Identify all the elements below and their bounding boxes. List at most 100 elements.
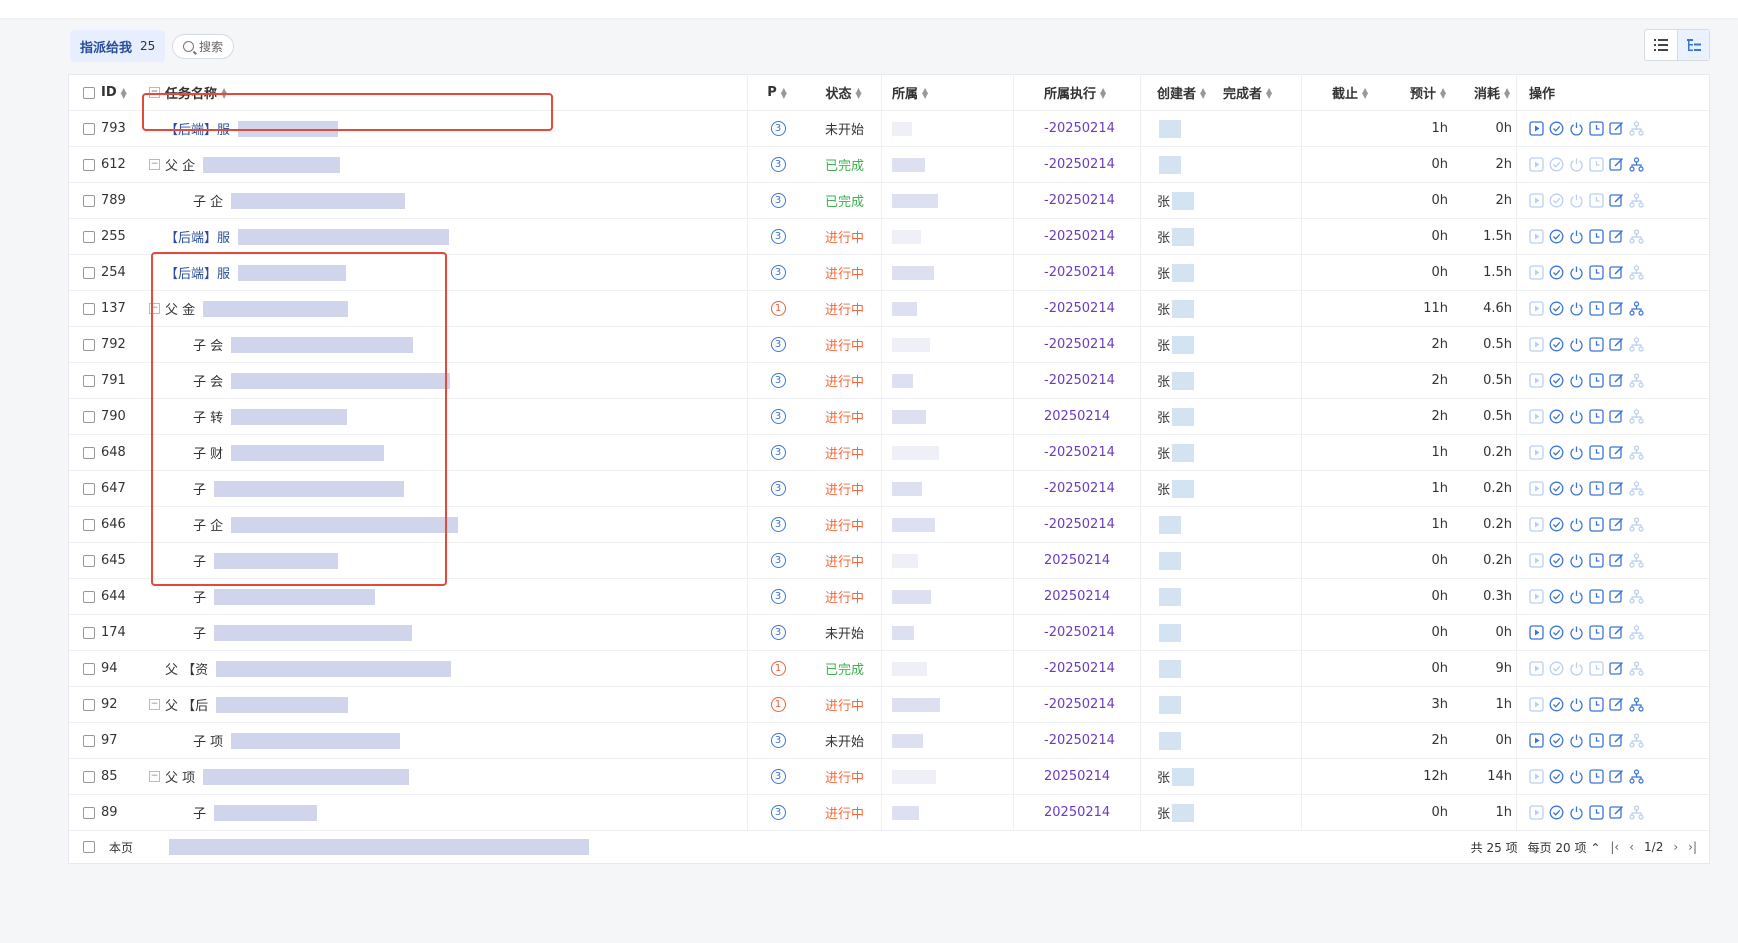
close-task-icon[interactable] [1569, 409, 1584, 424]
cell-execution[interactable]: -20250214 [1014, 651, 1141, 686]
start-icon[interactable] [1529, 661, 1544, 676]
close-task-icon[interactable] [1569, 769, 1584, 784]
close-task-icon[interactable] [1569, 517, 1584, 532]
cell-name[interactable]: 父 【资 [147, 651, 748, 686]
close-task-icon[interactable] [1569, 373, 1584, 388]
select-all-checkbox[interactable] [83, 86, 95, 99]
cell-name[interactable]: 子 企 [147, 507, 748, 542]
next-page-icon[interactable]: › [1673, 840, 1678, 854]
table-row[interactable]: 255 【后端】服 3 进行中 -20250214 张 0h 1.5h [69, 219, 1709, 255]
task-name[interactable]: 父 金 [165, 299, 195, 318]
start-icon[interactable] [1529, 193, 1544, 208]
cell-name[interactable]: 子 项 [147, 723, 748, 758]
record-hours-icon[interactable] [1589, 229, 1604, 244]
edit-icon[interactable] [1609, 733, 1624, 748]
task-name[interactable]: 父 企 [165, 155, 195, 174]
record-hours-icon[interactable] [1589, 481, 1604, 496]
execution-link[interactable]: 20250214 [1044, 553, 1110, 568]
close-task-icon[interactable] [1569, 625, 1584, 640]
edit-icon[interactable] [1609, 697, 1624, 712]
search-button[interactable]: 搜索 [172, 34, 235, 59]
record-hours-icon[interactable] [1589, 733, 1604, 748]
row-checkbox[interactable] [83, 770, 95, 783]
start-icon[interactable] [1529, 805, 1544, 820]
header-consumed[interactable]: 消耗 ▲ ▼ [1452, 75, 1517, 110]
finish-icon[interactable] [1549, 337, 1564, 352]
record-hours-icon[interactable] [1589, 121, 1604, 136]
cell-execution[interactable]: -20250214 [1014, 363, 1141, 398]
subtask-icon[interactable] [1629, 373, 1644, 388]
finish-icon[interactable] [1549, 625, 1564, 640]
cell-execution[interactable]: -20250214 [1014, 327, 1141, 362]
close-task-icon[interactable] [1569, 157, 1584, 172]
record-hours-icon[interactable] [1589, 625, 1604, 640]
cell-execution[interactable]: -20250214 [1014, 219, 1141, 254]
execution-link[interactable]: -20250214 [1044, 661, 1115, 676]
select-page-checkbox[interactable] [83, 841, 95, 853]
subtask-icon[interactable] [1629, 805, 1644, 820]
cell-name[interactable]: 子 [147, 471, 748, 506]
execution-link[interactable]: -20250214 [1044, 121, 1115, 136]
cell-name[interactable]: 子 转 [147, 399, 748, 434]
execution-link[interactable]: -20250214 [1044, 517, 1115, 532]
edit-icon[interactable] [1609, 769, 1624, 784]
collapse-all-icon[interactable]: − [149, 87, 160, 98]
cell-execution[interactable]: -20250214 [1014, 255, 1141, 290]
task-name[interactable]: 子 会 [193, 371, 223, 390]
table-row[interactable]: 791 子 会 3 进行中 -20250214 张 2h 0.5h [69, 363, 1709, 399]
cell-name[interactable]: − 父 项 [147, 759, 748, 794]
record-hours-icon[interactable] [1589, 661, 1604, 676]
edit-icon[interactable] [1609, 121, 1624, 136]
row-checkbox[interactable] [83, 410, 95, 423]
start-icon[interactable] [1529, 373, 1544, 388]
task-name[interactable]: 子 转 [193, 407, 223, 426]
row-checkbox[interactable] [83, 626, 95, 639]
execution-link[interactable]: 20250214 [1044, 589, 1110, 604]
task-name[interactable]: 父 项 [165, 767, 195, 786]
task-name[interactable]: 子 [193, 587, 206, 606]
record-hours-icon[interactable] [1589, 769, 1604, 784]
cell-name[interactable]: − 父 企 [147, 147, 748, 182]
task-name[interactable]: 子 项 [193, 731, 223, 750]
subtask-icon[interactable] [1629, 265, 1644, 280]
record-hours-icon[interactable] [1589, 805, 1604, 820]
cell-name[interactable]: 【后端】服 [147, 111, 748, 146]
cell-execution[interactable]: -20250214 [1014, 471, 1141, 506]
close-task-icon[interactable] [1569, 337, 1584, 352]
close-task-icon[interactable] [1569, 229, 1584, 244]
table-row[interactable]: 612− 父 企 3 已完成 -20250214 0h 2h [69, 147, 1709, 183]
cell-execution[interactable]: -20250214 [1014, 687, 1141, 722]
start-icon[interactable] [1529, 589, 1544, 604]
cell-execution[interactable]: -20250214 [1014, 435, 1141, 470]
close-task-icon[interactable] [1569, 553, 1584, 568]
header-execution[interactable]: 所属执行 ▲ ▼ [1014, 75, 1141, 110]
edit-icon[interactable] [1609, 373, 1624, 388]
start-icon[interactable] [1529, 481, 1544, 496]
start-icon[interactable] [1529, 265, 1544, 280]
header-estimate[interactable]: 预计 ▲ ▼ [1388, 75, 1452, 110]
task-name[interactable]: 子 [193, 551, 206, 570]
task-name[interactable]: 子 [193, 803, 206, 822]
subtask-icon[interactable] [1629, 625, 1644, 640]
record-hours-icon[interactable] [1589, 697, 1604, 712]
row-checkbox[interactable] [83, 158, 95, 171]
row-checkbox[interactable] [83, 266, 95, 279]
record-hours-icon[interactable] [1589, 157, 1604, 172]
record-hours-icon[interactable] [1589, 553, 1604, 568]
edit-icon[interactable] [1609, 625, 1624, 640]
execution-link[interactable]: -20250214 [1044, 625, 1115, 640]
task-name[interactable]: 父 【资 [165, 659, 208, 678]
close-task-icon[interactable] [1569, 805, 1584, 820]
close-task-icon[interactable] [1569, 481, 1584, 496]
start-icon[interactable] [1529, 445, 1544, 460]
finish-icon[interactable] [1549, 697, 1564, 712]
subtask-icon[interactable] [1629, 661, 1644, 676]
execution-link[interactable]: -20250214 [1044, 481, 1115, 496]
start-icon[interactable] [1529, 553, 1544, 568]
header-priority[interactable]: P ▲ ▼ [748, 75, 808, 110]
first-page-icon[interactable]: |‹ [1610, 840, 1619, 854]
task-name[interactable]: 子 企 [193, 515, 223, 534]
table-row[interactable]: 137− 父 金 1 进行中 -20250214 张 11h 4.6h [69, 291, 1709, 327]
header-id[interactable]: ID ▲ ▼ [69, 75, 147, 110]
table-row[interactable]: 174 子 3 未开始 -20250214 0h 0h [69, 615, 1709, 651]
